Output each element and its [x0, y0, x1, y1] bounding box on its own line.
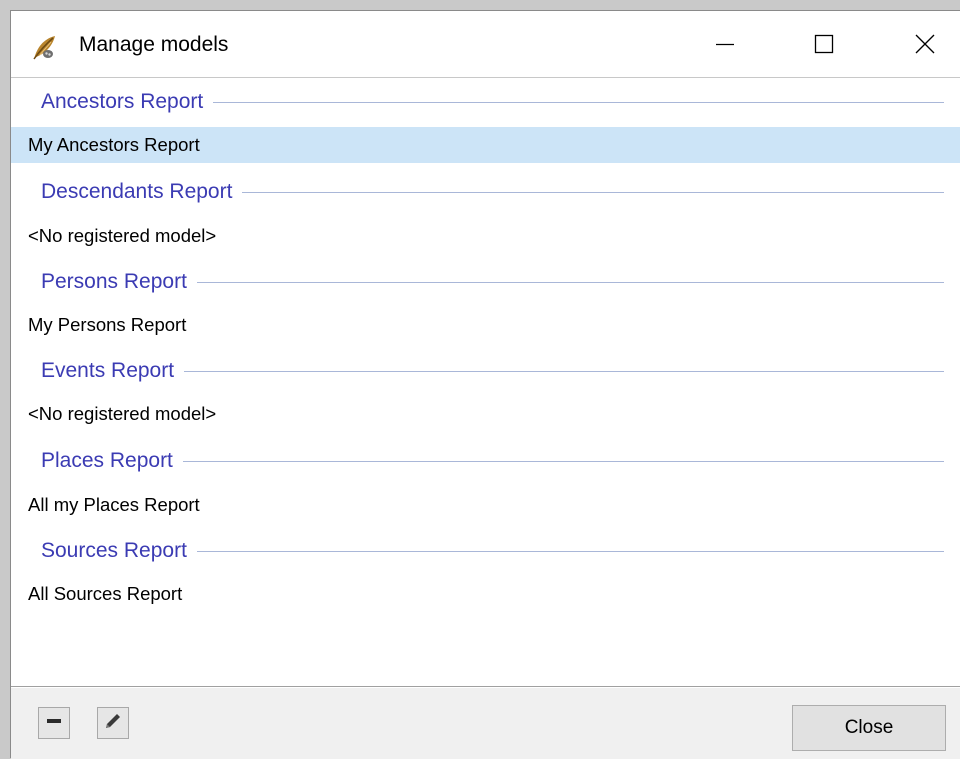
group-separator	[242, 191, 944, 193]
group-separator	[184, 370, 944, 372]
model-label: All my Places Report	[28, 494, 200, 515]
pencil-icon	[103, 711, 123, 736]
model-row-ancestors[interactable]: My Ancestors Report	[11, 127, 960, 163]
window-title: Manage models	[79, 33, 229, 56]
title-bar[interactable]: Manage models	[11, 11, 960, 77]
maximize-icon	[814, 34, 834, 54]
group-header-places: Places Report	[11, 443, 960, 479]
group-title: Ancestors Report	[41, 90, 204, 113]
group-header-sources: Sources Report	[11, 533, 960, 569]
models-list[interactable]: Ancestors Report My Ancestors Report Des…	[11, 77, 960, 687]
model-label: <No registered model>	[28, 403, 217, 424]
maximize-button[interactable]	[790, 11, 858, 77]
group-title: Events Report	[41, 359, 175, 382]
group-header-ancestors: Ancestors Report	[11, 84, 960, 120]
group-separator	[196, 550, 944, 552]
model-label: My Ancestors Report	[28, 134, 200, 155]
group-title: Persons Report	[41, 270, 187, 293]
model-row-sources[interactable]: All Sources Report	[11, 576, 960, 612]
group-separator	[213, 101, 944, 103]
feather-quill-icon	[31, 34, 57, 60]
minimize-button[interactable]	[691, 11, 759, 77]
group-header-descendants: Descendants Report	[11, 174, 960, 210]
minimize-icon	[715, 34, 735, 54]
model-row-descendants[interactable]: <No registered model>	[11, 218, 960, 254]
minus-icon	[45, 712, 63, 735]
dialog-footer: Close	[11, 688, 960, 759]
group-title: Descendants Report	[41, 180, 233, 203]
close-icon	[915, 34, 935, 54]
group-separator	[196, 281, 944, 283]
group-separator	[182, 460, 944, 462]
model-row-places[interactable]: All my Places Report	[11, 487, 960, 523]
close-button[interactable]: Close	[792, 705, 946, 751]
group-title: Sources Report	[41, 539, 187, 562]
edit-model-button[interactable]	[97, 707, 129, 739]
model-row-persons[interactable]: My Persons Report	[11, 307, 960, 343]
group-header-persons: Persons Report	[11, 264, 960, 300]
model-label: My Persons Report	[28, 314, 187, 335]
model-row-events[interactable]: <No registered model>	[11, 396, 960, 432]
manage-models-window: Manage models Ancestors Report My Ancest…	[10, 10, 960, 759]
remove-model-button[interactable]	[38, 707, 70, 739]
model-label: All Sources Report	[28, 583, 183, 604]
group-title: Places Report	[41, 449, 173, 472]
model-label: <No registered model>	[28, 225, 217, 246]
close-window-button[interactable]	[891, 11, 959, 77]
group-header-events: Events Report	[11, 353, 960, 389]
